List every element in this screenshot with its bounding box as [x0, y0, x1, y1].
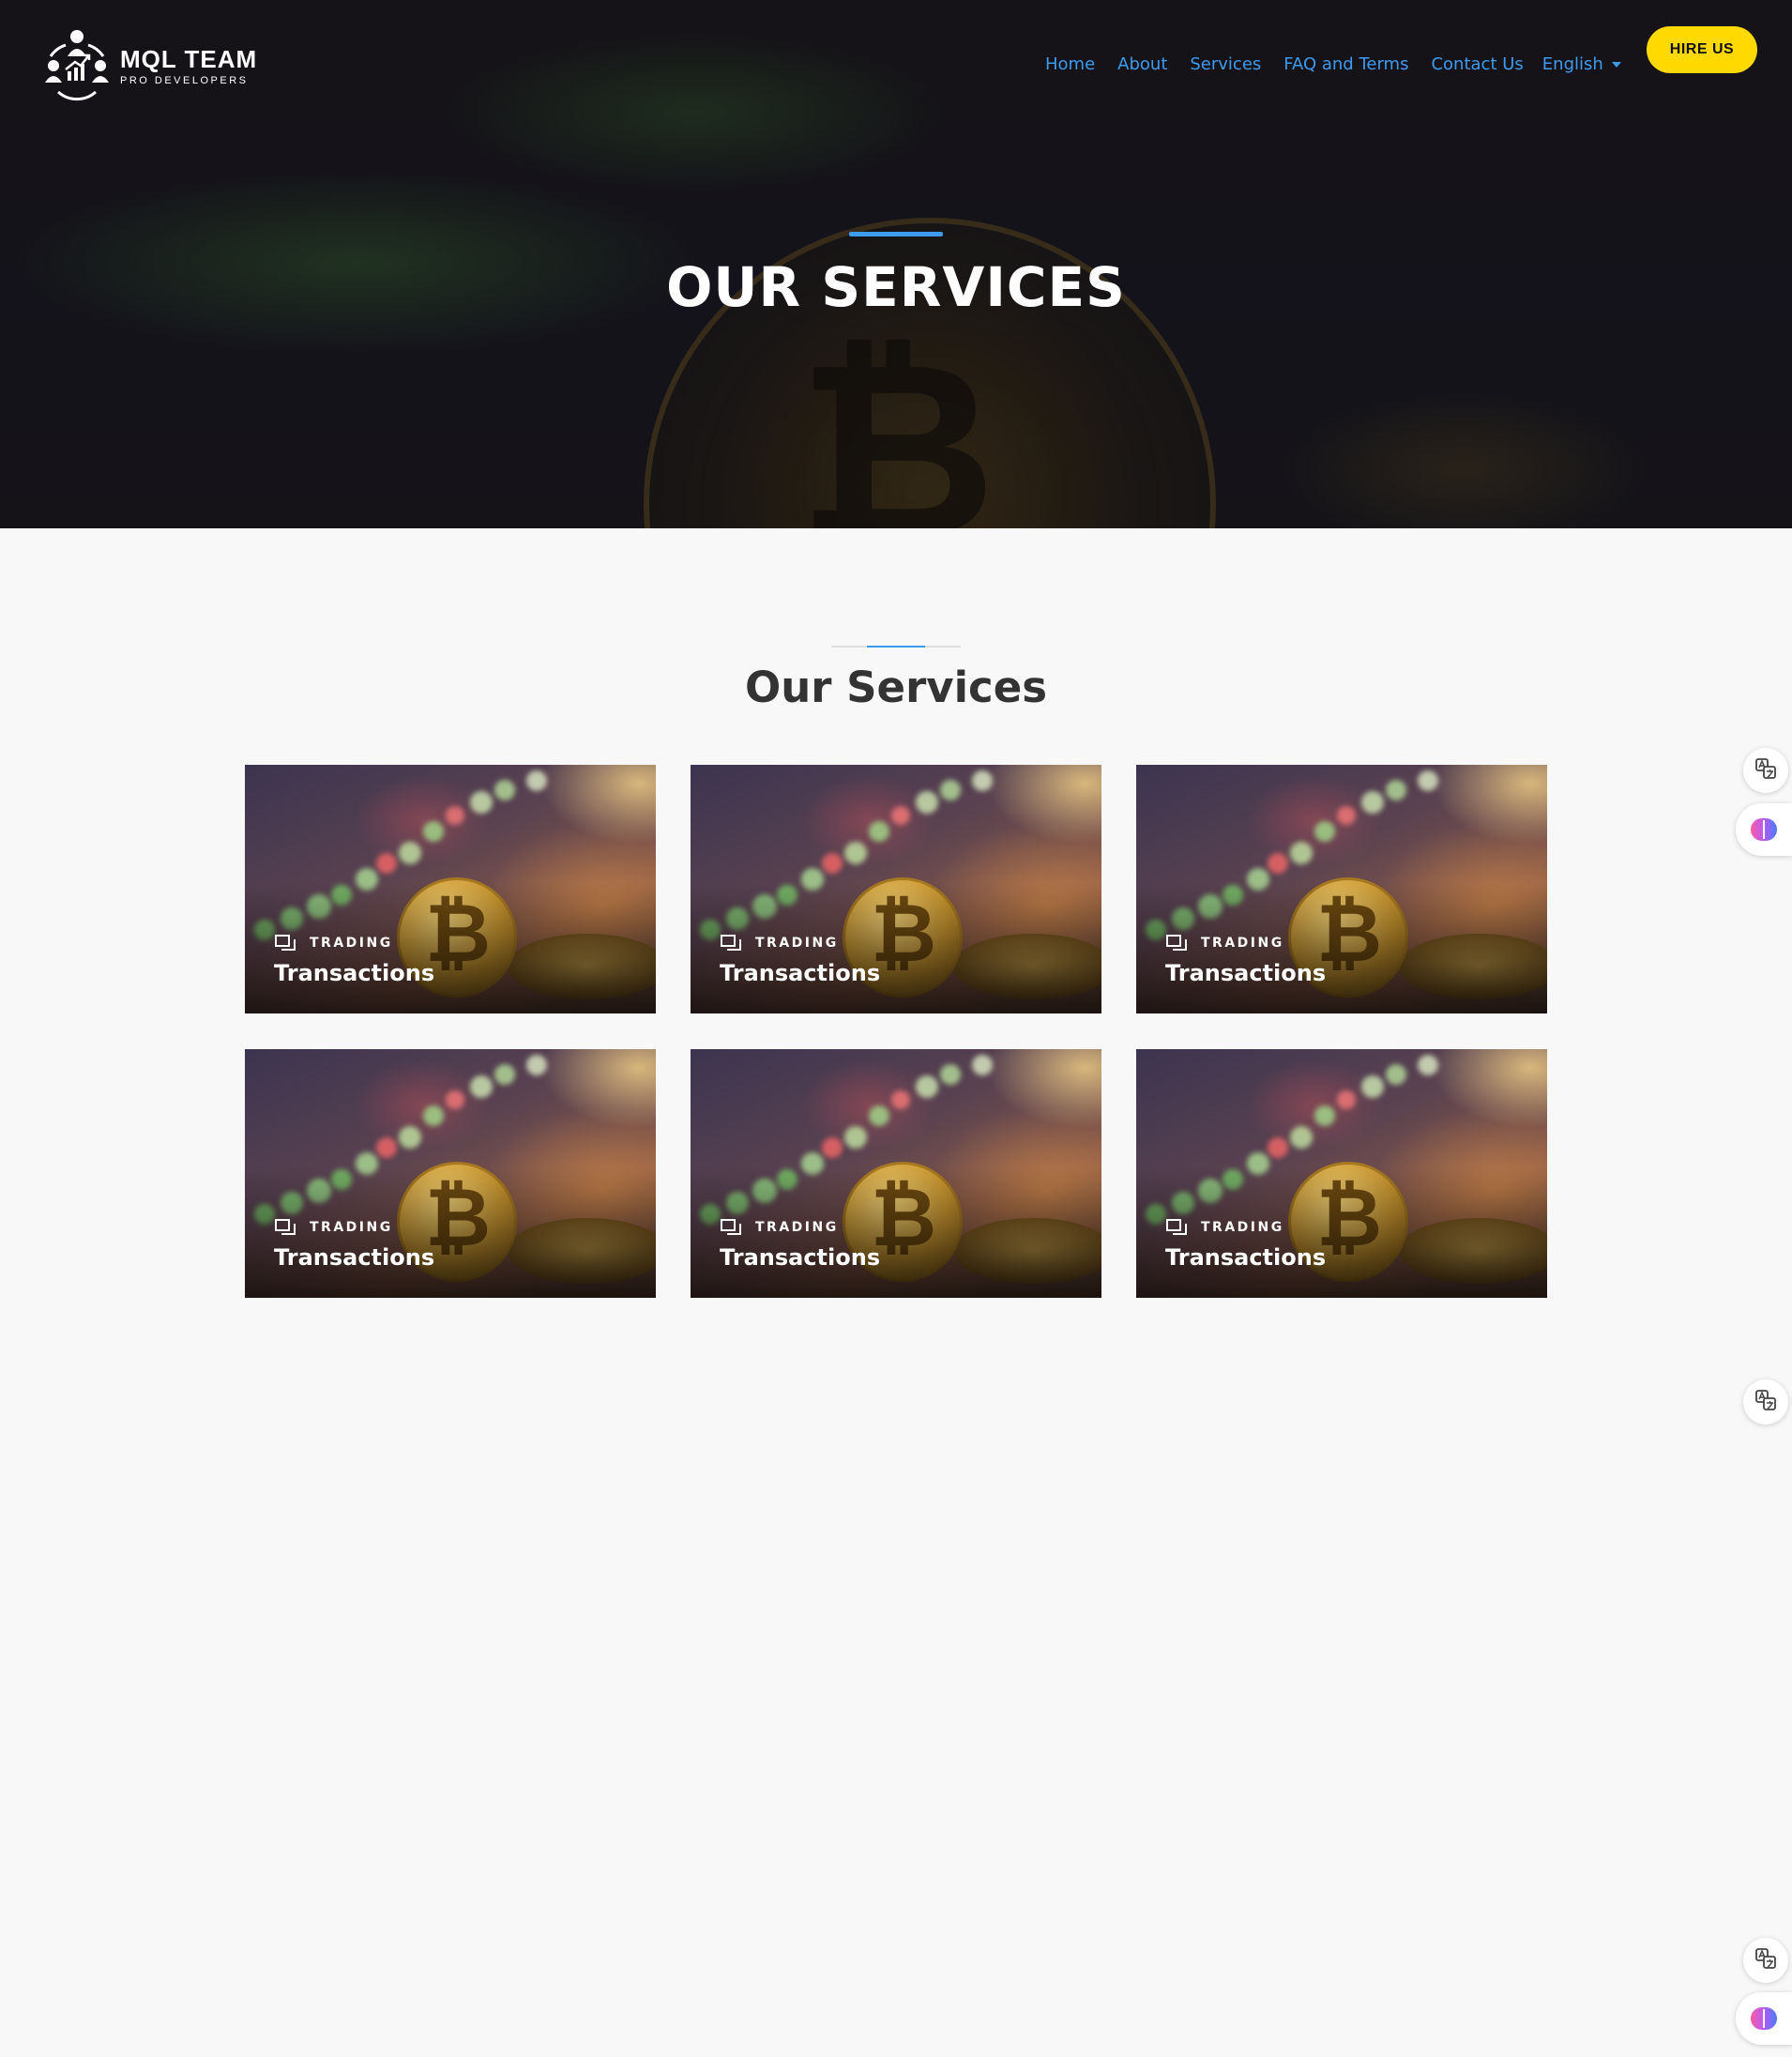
card-category: TRADING: [1201, 936, 1284, 951]
chart-light-dot: [1386, 1064, 1406, 1085]
nav-services[interactable]: Services: [1190, 54, 1261, 74]
chart-light-dot: [972, 770, 993, 791]
card-title: Transactions: [1165, 1244, 1327, 1271]
chart-light-dot: [526, 770, 547, 791]
nav-home[interactable]: Home: [1045, 54, 1095, 74]
hero-accent-line: [849, 232, 943, 236]
chart-light-dot: [423, 821, 444, 842]
chart-light-dot: [1268, 853, 1288, 874]
card-title: Transactions: [274, 1244, 435, 1271]
chart-light-dot: [526, 1055, 547, 1075]
brand-name: MQL TEAM: [120, 45, 258, 73]
chart-light-dot: [972, 1055, 993, 1075]
chart-light-dot: [446, 806, 464, 825]
chart-light-dot: [916, 791, 938, 814]
translate-icon: [1754, 1389, 1777, 1415]
chart-light-dot: [822, 853, 843, 874]
chart-light-dot: [1418, 770, 1438, 791]
chart-light-dot: [399, 842, 421, 864]
chart-light-dot: [1386, 780, 1406, 800]
card-title: Transactions: [274, 960, 435, 986]
copy-icon: [720, 934, 742, 952]
chart-light-dot: [470, 791, 493, 814]
card-category: TRADING: [310, 1220, 393, 1235]
card-title: Transactions: [1165, 960, 1327, 986]
chart-light-dot: [940, 1064, 961, 1085]
hire-us-button[interactable]: HIRE US: [1647, 26, 1757, 73]
chevron-down-icon: [1611, 61, 1621, 68]
language-dropdown[interactable]: English: [1542, 54, 1621, 74]
section-title: Our Services: [744, 663, 1047, 712]
brain-icon: [1751, 818, 1777, 841]
service-card[interactable]: ₿ TRADING Transactions: [245, 765, 656, 1013]
chart-light-dot: [1418, 1055, 1438, 1075]
service-card[interactable]: ₿ TRADING Transactions: [1136, 1049, 1547, 1298]
chart-light-dot: [916, 1075, 938, 1098]
chart-light-dot: [1290, 842, 1313, 864]
chart-light-dot: [1337, 1090, 1356, 1109]
chart-light-dot: [446, 1090, 464, 1109]
service-card[interactable]: ₿ TRADING Transactions: [1136, 765, 1547, 1013]
chart-light-dot: [494, 1064, 515, 1085]
card-title: Transactions: [720, 960, 881, 986]
chart-light-dot: [822, 1137, 843, 1158]
main-nav: Home About Services FAQ and Terms Contac…: [1045, 54, 1621, 74]
chart-light-dot: [1361, 791, 1384, 814]
chart-light-dot: [891, 1090, 910, 1109]
chart-light-dot: [844, 842, 867, 864]
chart-light-dot: [940, 780, 961, 800]
service-card[interactable]: ₿ TRADING Transactions: [691, 1049, 1101, 1298]
translate-widget-button[interactable]: [1743, 1938, 1788, 1983]
ai-assistant-button[interactable]: [1736, 803, 1792, 856]
chart-light-dot: [470, 1075, 493, 1098]
chart-light-dot: [1361, 1075, 1384, 1098]
chart-light-dot: [869, 821, 889, 842]
chart-light-dot: [494, 780, 515, 800]
chart-light-dot: [869, 1105, 889, 1126]
brain-icon: [1751, 2007, 1777, 2030]
chart-light-dot: [891, 806, 910, 825]
chart-light-dot: [1337, 806, 1356, 825]
chart-light-dot: [399, 1126, 421, 1149]
copy-icon: [274, 1218, 296, 1237]
section-divider-accent: [867, 646, 925, 648]
card-category: TRADING: [310, 936, 393, 951]
chart-light-dot: [376, 1137, 397, 1158]
copy-icon: [274, 934, 296, 952]
translate-icon: [1754, 757, 1777, 784]
chart-light-dot: [376, 853, 397, 874]
chart-light-dot: [1314, 821, 1335, 842]
service-card[interactable]: ₿ TRADING Transactions: [245, 1049, 656, 1298]
chart-light-dot: [1268, 1137, 1288, 1158]
translate-widget-button[interactable]: [1743, 1379, 1788, 1425]
card-category: TRADING: [1201, 1220, 1284, 1235]
brand-tagline: PRO DEVELOPERS: [120, 75, 249, 86]
chart-light-dot: [1290, 1126, 1313, 1149]
copy-icon: [1165, 1218, 1188, 1237]
nav-faq-terms[interactable]: FAQ and Terms: [1283, 54, 1408, 74]
service-card[interactable]: ₿ TRADING Transactions: [691, 765, 1101, 1013]
card-title: Transactions: [720, 1244, 881, 1271]
copy-icon: [1165, 934, 1188, 952]
nav-contact-us[interactable]: Contact Us: [1431, 54, 1523, 74]
card-category: TRADING: [755, 936, 839, 951]
chart-light-dot: [844, 1126, 867, 1149]
hero-title: OUR SERVICES: [666, 255, 1126, 319]
team-growth-logo-icon: [41, 28, 113, 103]
card-category: TRADING: [755, 1220, 839, 1235]
brand-logo[interactable]: MQL TEAM PRO DEVELOPERS: [41, 28, 257, 103]
translate-icon: [1754, 1947, 1777, 1973]
language-label: English: [1541, 54, 1603, 74]
translate-widget-button[interactable]: [1743, 748, 1788, 793]
chart-light-dot: [1314, 1105, 1335, 1126]
ai-assistant-button[interactable]: [1736, 1992, 1792, 2045]
chart-light-dot: [423, 1105, 444, 1126]
nav-about[interactable]: About: [1117, 54, 1167, 74]
copy-icon: [720, 1218, 742, 1237]
